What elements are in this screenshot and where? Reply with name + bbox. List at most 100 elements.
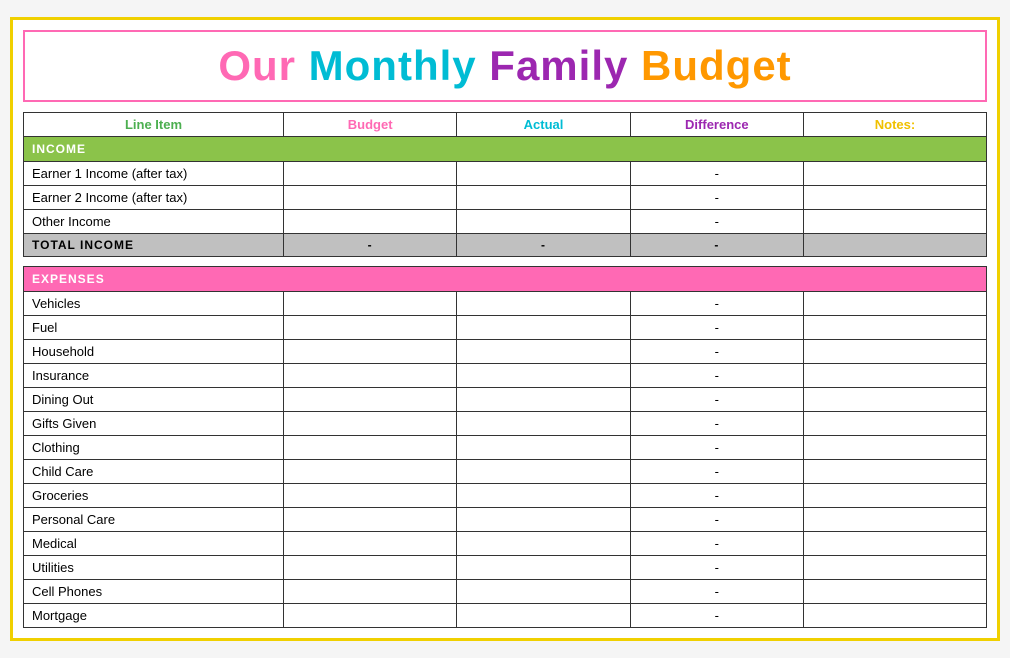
expense-notes-1[interactable] [803, 316, 986, 340]
expense-row: Medical - [24, 532, 987, 556]
title-monthly: Monthly [309, 42, 490, 89]
expense-label-13: Mortgage [24, 604, 284, 628]
income-section-header: INCOME [24, 137, 987, 162]
income-row: Earner 1 Income (after tax) - [24, 162, 987, 186]
expense-label-12: Cell Phones [24, 580, 284, 604]
expense-actual-13[interactable] [457, 604, 630, 628]
expense-budget-9[interactable] [284, 508, 457, 532]
col-header-budget: Budget [284, 113, 457, 137]
expense-actual-4[interactable] [457, 388, 630, 412]
total-income-notes [803, 234, 986, 257]
expense-notes-12[interactable] [803, 580, 986, 604]
income-difference-2: - [630, 210, 803, 234]
expense-actual-8[interactable] [457, 484, 630, 508]
income-label: INCOME [24, 137, 987, 162]
expense-budget-2[interactable] [284, 340, 457, 364]
expense-label-2: Household [24, 340, 284, 364]
income-notes-1[interactable] [803, 186, 986, 210]
income-actual-0[interactable] [457, 162, 630, 186]
expense-notes-2[interactable] [803, 340, 986, 364]
expense-actual-2[interactable] [457, 340, 630, 364]
expense-difference-4: - [630, 388, 803, 412]
income-notes-0[interactable] [803, 162, 986, 186]
expense-budget-7[interactable] [284, 460, 457, 484]
expense-budget-0[interactable] [284, 292, 457, 316]
income-row: Earner 2 Income (after tax) - [24, 186, 987, 210]
income-row: Other Income - [24, 210, 987, 234]
expense-notes-0[interactable] [803, 292, 986, 316]
budget-table: Line Item Budget Actual Difference Notes… [23, 112, 987, 628]
expense-label-5: Gifts Given [24, 412, 284, 436]
expense-actual-12[interactable] [457, 580, 630, 604]
income-budget-1[interactable] [284, 186, 457, 210]
expense-difference-12: - [630, 580, 803, 604]
expense-label-6: Clothing [24, 436, 284, 460]
col-header-actual: Actual [457, 113, 630, 137]
expense-actual-6[interactable] [457, 436, 630, 460]
expense-notes-7[interactable] [803, 460, 986, 484]
expense-row: Fuel - [24, 316, 987, 340]
expense-row: Household - [24, 340, 987, 364]
expense-budget-8[interactable] [284, 484, 457, 508]
title-box: Our Monthly Family Budget [23, 30, 987, 102]
expense-row: Gifts Given - [24, 412, 987, 436]
expense-difference-5: - [630, 412, 803, 436]
expense-row: Clothing - [24, 436, 987, 460]
expense-budget-3[interactable] [284, 364, 457, 388]
expense-budget-11[interactable] [284, 556, 457, 580]
expense-row: Cell Phones - [24, 580, 987, 604]
income-actual-1[interactable] [457, 186, 630, 210]
expense-row: Vehicles - [24, 292, 987, 316]
expense-label-7: Child Care [24, 460, 284, 484]
expense-actual-3[interactable] [457, 364, 630, 388]
expense-actual-9[interactable] [457, 508, 630, 532]
expense-notes-9[interactable] [803, 508, 986, 532]
expense-notes-6[interactable] [803, 436, 986, 460]
expense-label-10: Medical [24, 532, 284, 556]
expense-budget-4[interactable] [284, 388, 457, 412]
expense-difference-6: - [630, 436, 803, 460]
expense-label-8: Groceries [24, 484, 284, 508]
expense-budget-6[interactable] [284, 436, 457, 460]
expense-notes-11[interactable] [803, 556, 986, 580]
expense-row: Personal Care - [24, 508, 987, 532]
expense-difference-2: - [630, 340, 803, 364]
table-header-row: Line Item Budget Actual Difference Notes… [24, 113, 987, 137]
total-income-row: TOTAL INCOME - - - [24, 234, 987, 257]
expense-actual-10[interactable] [457, 532, 630, 556]
expense-budget-13[interactable] [284, 604, 457, 628]
expense-row: Insurance - [24, 364, 987, 388]
expense-budget-10[interactable] [284, 532, 457, 556]
expense-row: Child Care - [24, 460, 987, 484]
expense-label-11: Utilities [24, 556, 284, 580]
col-header-lineitem: Line Item [24, 113, 284, 137]
total-income-label: TOTAL INCOME [24, 234, 284, 257]
expense-actual-1[interactable] [457, 316, 630, 340]
expense-row: Utilities - [24, 556, 987, 580]
income-budget-2[interactable] [284, 210, 457, 234]
expenses-label: EXPENSES [24, 267, 987, 292]
income-actual-2[interactable] [457, 210, 630, 234]
expense-difference-7: - [630, 460, 803, 484]
expense-actual-11[interactable] [457, 556, 630, 580]
expense-budget-5[interactable] [284, 412, 457, 436]
expense-notes-13[interactable] [803, 604, 986, 628]
expense-budget-1[interactable] [284, 316, 457, 340]
expense-budget-12[interactable] [284, 580, 457, 604]
income-budget-0[interactable] [284, 162, 457, 186]
expense-actual-0[interactable] [457, 292, 630, 316]
total-income-actual: - [457, 234, 630, 257]
expense-actual-7[interactable] [457, 460, 630, 484]
title-family: Family [489, 42, 641, 89]
expense-notes-10[interactable] [803, 532, 986, 556]
expense-actual-5[interactable] [457, 412, 630, 436]
expense-difference-9: - [630, 508, 803, 532]
expense-label-4: Dining Out [24, 388, 284, 412]
expense-notes-5[interactable] [803, 412, 986, 436]
title-budget: Budget [641, 42, 792, 89]
expense-notes-3[interactable] [803, 364, 986, 388]
income-notes-2[interactable] [803, 210, 986, 234]
expense-label-3: Insurance [24, 364, 284, 388]
expense-notes-4[interactable] [803, 388, 986, 412]
expense-notes-8[interactable] [803, 484, 986, 508]
